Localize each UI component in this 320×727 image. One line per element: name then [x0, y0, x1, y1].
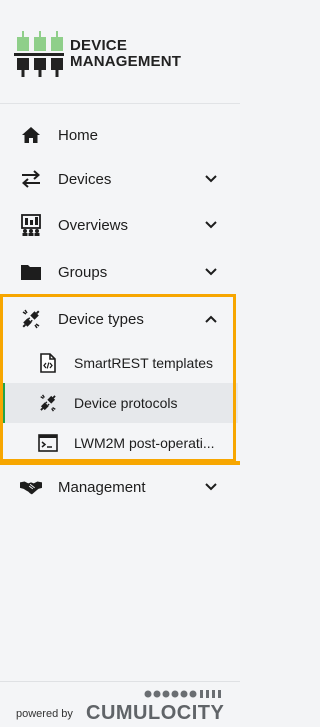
chevron-down-icon [204, 480, 218, 494]
nav-label-device-types: Device types [58, 310, 144, 328]
app-title: DEVICE MANAGEMENT [70, 38, 181, 70]
home-icon [20, 124, 42, 146]
nav-item-home[interactable]: Home [0, 113, 240, 157]
app-title-line2: MANAGEMENT [70, 53, 182, 70]
sub-item-smartrest-templates[interactable]: SmartREST templates [2, 343, 238, 383]
nav-label-management: Management [58, 478, 146, 496]
chevron-down-icon [204, 172, 218, 186]
sub-label-device-protocols: Device protocols [74, 395, 178, 411]
sub-label-smartrest-templates: SmartREST templates [74, 355, 214, 371]
handshake-icon [20, 476, 42, 498]
footer-divider [0, 681, 240, 682]
nav-label-overviews: Overviews [58, 216, 129, 234]
nav-label-home: Home [58, 126, 99, 144]
cumulocity-logo-text: CUMULOCITY [86, 702, 225, 724]
nav-item-management[interactable]: Management [0, 465, 240, 509]
chevron-down-icon [204, 218, 218, 232]
exchange-arrows-icon [20, 168, 42, 190]
sub-label-lwm2m-post-operations: LWM2M post-operati... [74, 435, 215, 451]
sub-item-lwm2m-post-operations[interactable]: LWM2M post-operati... [2, 423, 238, 463]
cumulocity-dots-icon [144, 690, 221, 698]
app-title-line1: DEVICE [70, 37, 128, 54]
nav-item-overviews[interactable]: Overviews [0, 203, 240, 247]
app-brand[interactable]: DEVICE MANAGEMENT [14, 30, 234, 78]
active-indicator [2, 383, 5, 423]
chevron-up-icon [204, 312, 218, 326]
footer: powered by CUMULOCITY [16, 688, 226, 724]
presentation-board-icon [20, 214, 42, 236]
folder-icon [20, 261, 42, 283]
nav-item-groups[interactable]: Groups [0, 250, 240, 294]
sidebar: DEVICE MANAGEMENT Home Devices Overviews… [0, 0, 240, 727]
powered-by-text: powered by [16, 708, 73, 720]
plug-connection-icon [20, 308, 42, 330]
device-management-logo-icon [14, 31, 64, 77]
chevron-down-icon [204, 265, 218, 279]
nav-label-devices: Devices [58, 170, 112, 188]
plug-connection-icon [38, 393, 58, 413]
terminal-icon [38, 433, 58, 453]
header-divider [0, 103, 240, 104]
nav-item-devices[interactable]: Devices [0, 157, 240, 201]
code-file-icon [38, 353, 58, 373]
sub-item-device-protocols[interactable]: Device protocols [2, 383, 238, 423]
nav-label-groups: Groups [58, 263, 108, 281]
nav-item-device-types[interactable]: Device types [0, 297, 240, 341]
